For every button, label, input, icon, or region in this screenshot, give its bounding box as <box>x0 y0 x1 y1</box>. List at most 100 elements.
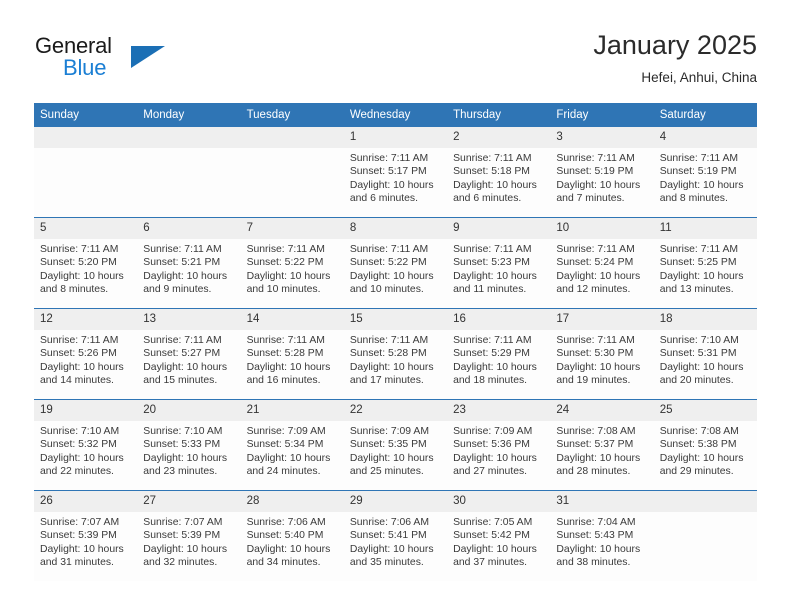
daylight-duration-line2: and 22 minutes. <box>40 465 114 477</box>
sunset-time: Sunset: 5:27 PM <box>143 348 221 360</box>
day-details: Sunrise: 7:09 AM Sunset: 5:35 PM Daylight:… <box>344 421 447 478</box>
daylight-duration-line1: Daylight: 10 hours <box>246 452 331 464</box>
calendar-day-cell[interactable]: 18 Sunrise: 7:10 AM Sunset: 5:31 PM Dayligh… <box>653 308 757 400</box>
calendar-day-cell[interactable] <box>240 127 344 218</box>
day-number: 11 <box>653 218 757 239</box>
calendar-day-cell[interactable]: 12 Sunrise: 7:11 AM Sunset: 5:26 PM Dayligh… <box>34 308 138 400</box>
calendar-day-cell[interactable]: 31 Sunrise: 7:04 AM Sunset: 5:43 PM Dayligh… <box>550 490 654 581</box>
calendar-day-cell[interactable]: 13 Sunrise: 7:11 AM Sunset: 5:27 PM Dayligh… <box>137 308 241 400</box>
daylight-duration-line2: and 27 minutes. <box>453 465 528 477</box>
day-number: 24 <box>550 400 654 421</box>
calendar-day-cell[interactable]: 25 Sunrise: 7:08 AM Sunset: 5:38 PM Dayligh… <box>653 399 757 491</box>
day-number: 12 <box>34 309 138 330</box>
calendar-day-cell[interactable]: 23 Sunrise: 7:09 AM Sunset: 5:36 PM Dayligh… <box>447 399 551 491</box>
day-details: Sunrise: 7:07 AM Sunset: 5:39 PM Daylight:… <box>34 512 137 569</box>
day-details: Sunrise: 7:11 AM Sunset: 5:28 PM Daylight:… <box>344 330 447 387</box>
calendar-day-cell[interactable]: 24 Sunrise: 7:08 AM Sunset: 5:37 PM Dayligh… <box>550 399 654 491</box>
sunset-time: Sunset: 5:36 PM <box>453 439 530 451</box>
day-details: Sunrise: 7:08 AM Sunset: 5:38 PM Daylight:… <box>654 421 757 478</box>
daylight-duration-line1: Daylight: 10 hours <box>40 361 124 373</box>
sunrise-time: Sunrise: 7:11 AM <box>556 153 635 164</box>
weekday-header-wednesday: Wednesday <box>343 103 448 127</box>
day-details: Sunrise: 7:11 AM Sunset: 5:27 PM Daylight:… <box>137 330 240 387</box>
daylight-duration-line1: Daylight: 10 hours <box>143 543 228 555</box>
day-number: 8 <box>343 218 448 239</box>
daylight-duration-line1: Daylight: 10 hours <box>556 361 641 373</box>
daylight-duration-line2: and 10 minutes. <box>349 283 424 295</box>
calendar-day-cell[interactable]: 9 Sunrise: 7:11 AM Sunset: 5:23 PM Daylight… <box>447 217 551 309</box>
day-number: 16 <box>447 309 551 330</box>
sunset-time: Sunset: 5:31 PM <box>659 348 737 360</box>
calendar-day-cell[interactable]: 17 Sunrise: 7:11 AM Sunset: 5:30 PM Dayligh… <box>550 308 654 400</box>
daylight-duration-line2: and 20 minutes. <box>659 374 734 386</box>
day-details: Sunrise: 7:11 AM Sunset: 5:25 PM Daylight:… <box>654 239 757 296</box>
daylight-duration-line1: Daylight: 10 hours <box>556 179 641 191</box>
sunset-time: Sunset: 5:39 PM <box>143 530 221 542</box>
day-number: 3 <box>550 127 654 148</box>
calendar-day-cell[interactable]: 26 Sunrise: 7:07 AM Sunset: 5:39 PM Dayligh… <box>34 490 138 581</box>
calendar-body: 1 Sunrise: 7:11 AM Sunset: 5:17 PM Daylight… <box>34 127 757 581</box>
day-details: Sunrise: 7:11 AM Sunset: 5:18 PM Daylight:… <box>447 148 550 205</box>
calendar-day-cell[interactable]: 2 Sunrise: 7:11 AM Sunset: 5:18 PM Daylight… <box>447 127 551 218</box>
day-details: Sunrise: 7:10 AM Sunset: 5:33 PM Daylight:… <box>137 421 240 478</box>
calendar-day-cell[interactable]: 22 Sunrise: 7:09 AM Sunset: 5:35 PM Dayligh… <box>343 399 448 491</box>
triangle-flag-icon <box>131 46 165 68</box>
day-number: 31 <box>550 491 654 512</box>
calendar-day-cell[interactable]: 4 Sunrise: 7:11 AM Sunset: 5:19 PM Daylight… <box>653 127 757 218</box>
sunrise-time: Sunrise: 7:11 AM <box>659 153 739 164</box>
daylight-duration-line2: and 6 minutes. <box>349 192 419 204</box>
calendar-day-cell[interactable]: 1 Sunrise: 7:11 AM Sunset: 5:17 PM Daylight… <box>343 127 448 218</box>
sunrise-time: Sunrise: 7:08 AM <box>556 426 636 437</box>
daylight-duration-line2: and 14 minutes. <box>40 374 114 386</box>
calendar-day-cell[interactable]: 21 Sunrise: 7:09 AM Sunset: 5:34 PM Dayligh… <box>240 399 344 491</box>
general-blue-logo[interactable]: General Blue <box>35 34 245 90</box>
weekday-header-monday: Monday <box>137 103 241 127</box>
day-number: 14 <box>240 309 344 330</box>
calendar-day-cell[interactable]: 29 Sunrise: 7:06 AM Sunset: 5:41 PM Dayligh… <box>343 490 448 581</box>
daylight-duration-line1: Daylight: 10 hours <box>453 543 537 555</box>
daylight-duration-line2: and 34 minutes. <box>246 556 321 568</box>
daylight-duration-line1: Daylight: 10 hours <box>246 270 331 282</box>
daylight-duration-line1: Daylight: 10 hours <box>556 543 641 555</box>
day-details: Sunrise: 7:07 AM Sunset: 5:39 PM Daylight:… <box>137 512 240 569</box>
calendar-day-cell[interactable] <box>653 490 757 581</box>
sunset-time: Sunset: 5:24 PM <box>556 257 634 269</box>
calendar-day-cell[interactable]: 14 Sunrise: 7:11 AM Sunset: 5:28 PM Dayligh… <box>240 308 344 400</box>
calendar-day-cell[interactable]: 15 Sunrise: 7:11 AM Sunset: 5:28 PM Dayligh… <box>343 308 448 400</box>
daylight-duration-line1: Daylight: 10 hours <box>556 452 641 464</box>
daylight-duration-line2: and 25 minutes. <box>349 465 424 477</box>
calendar-day-cell[interactable]: 5 Sunrise: 7:11 AM Sunset: 5:20 PM Daylight… <box>34 217 138 309</box>
sunset-time: Sunset: 5:23 PM <box>453 257 530 269</box>
sunset-time: Sunset: 5:20 PM <box>40 257 117 269</box>
calendar-day-cell[interactable]: 11 Sunrise: 7:11 AM Sunset: 5:25 PM Dayligh… <box>653 217 757 309</box>
day-number: 15 <box>343 309 448 330</box>
calendar-day-cell[interactable]: 6 Sunrise: 7:11 AM Sunset: 5:21 PM Daylight… <box>137 217 241 309</box>
calendar-day-cell[interactable]: 30 Sunrise: 7:05 AM Sunset: 5:42 PM Dayligh… <box>447 490 551 581</box>
daylight-duration-line1: Daylight: 10 hours <box>349 179 434 191</box>
calendar-day-cell[interactable]: 28 Sunrise: 7:06 AM Sunset: 5:40 PM Dayligh… <box>240 490 344 581</box>
calendar-day-cell[interactable]: 20 Sunrise: 7:10 AM Sunset: 5:33 PM Dayligh… <box>137 399 241 491</box>
day-details: Sunrise: 7:09 AM Sunset: 5:34 PM Daylight:… <box>241 421 344 478</box>
calendar-day-cell[interactable]: 8 Sunrise: 7:11 AM Sunset: 5:22 PM Daylight… <box>343 217 448 309</box>
sunrise-time: Sunrise: 7:06 AM <box>349 517 429 528</box>
weekday-header-friday: Friday <box>550 103 654 127</box>
calendar-day-cell[interactable]: 27 Sunrise: 7:07 AM Sunset: 5:39 PM Dayligh… <box>137 490 241 581</box>
day-number <box>653 491 757 512</box>
sunset-time: Sunset: 5:34 PM <box>246 439 324 451</box>
sunrise-time: Sunrise: 7:11 AM <box>143 244 222 255</box>
calendar-day-cell[interactable] <box>137 127 241 218</box>
day-details: Sunrise: 7:11 AM Sunset: 5:29 PM Daylight:… <box>447 330 550 387</box>
day-number: 13 <box>137 309 241 330</box>
calendar-day-cell[interactable]: 16 Sunrise: 7:11 AM Sunset: 5:29 PM Dayligh… <box>447 308 551 400</box>
calendar-day-cell[interactable]: 10 Sunrise: 7:11 AM Sunset: 5:24 PM Dayligh… <box>550 217 654 309</box>
sunset-time: Sunset: 5:17 PM <box>349 166 427 178</box>
calendar-day-cell[interactable]: 3 Sunrise: 7:11 AM Sunset: 5:19 PM Daylight… <box>550 127 654 218</box>
sunset-time: Sunset: 5:35 PM <box>349 439 427 451</box>
sunset-time: Sunset: 5:43 PM <box>556 530 634 542</box>
calendar-day-cell[interactable]: 7 Sunrise: 7:11 AM Sunset: 5:22 PM Daylight… <box>240 217 344 309</box>
sunrise-time: Sunrise: 7:11 AM <box>349 153 429 164</box>
sunset-time: Sunset: 5:33 PM <box>143 439 221 451</box>
day-details: Sunrise: 7:09 AM Sunset: 5:36 PM Daylight:… <box>447 421 550 478</box>
calendar-day-cell[interactable] <box>34 127 138 218</box>
calendar-day-cell[interactable]: 19 Sunrise: 7:10 AM Sunset: 5:32 PM Dayligh… <box>34 399 138 491</box>
